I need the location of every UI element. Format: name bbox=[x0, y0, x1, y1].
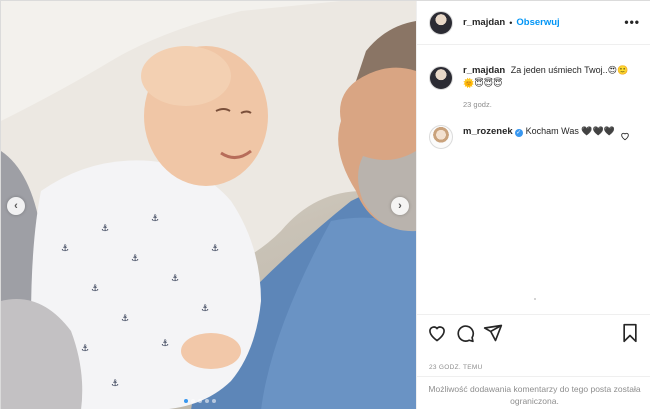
carousel-next-button[interactable]: › bbox=[391, 197, 409, 215]
loading-indicator bbox=[534, 298, 536, 300]
caption-username[interactable]: r_majdan bbox=[463, 65, 505, 76]
comments-disabled-notice: Możliwość dodawania komentarzy do tego p… bbox=[417, 376, 650, 409]
comment-item: m_rozenek ✓ Kocham Was 🖤🖤🖤 bbox=[429, 125, 639, 149]
carousel-dot bbox=[198, 399, 202, 403]
svg-text:⚓: ⚓ bbox=[111, 378, 119, 388]
carousel-dot bbox=[212, 399, 216, 403]
carousel-indicator bbox=[184, 399, 216, 403]
header-separator: • bbox=[509, 17, 513, 28]
comments-list[interactable]: r_majdan Za jeden uśmiech Twoj..😍🙂🌞😇😇😇 2… bbox=[417, 46, 650, 314]
svg-text:⚓: ⚓ bbox=[101, 223, 109, 233]
bookmark-icon[interactable] bbox=[620, 323, 640, 343]
caption-row: r_majdan Za jeden uśmiech Twoj..😍🙂🌞😇😇😇 bbox=[429, 64, 639, 90]
carousel-dot-active bbox=[184, 399, 188, 403]
comment-body: Kocham Was 🖤🖤🖤 bbox=[525, 126, 615, 136]
caption-avatar[interactable] bbox=[429, 66, 453, 90]
comment-text: m_rozenek ✓ Kocham Was 🖤🖤🖤 bbox=[463, 125, 623, 149]
commenter-avatar[interactable] bbox=[429, 125, 453, 149]
more-options-icon[interactable]: ••• bbox=[624, 15, 640, 29]
photo-illustration: ⚓ ⚓ ⚓ ⚓ ⚓ ⚓ ⚓ ⚓ ⚓ ⚓ ⚓ ⚓ bbox=[1, 1, 416, 409]
post-time-ago[interactable]: 23 GODZ. TEMU bbox=[429, 364, 483, 371]
svg-text:⚓: ⚓ bbox=[91, 283, 99, 293]
author-username[interactable]: r_majdan bbox=[463, 17, 505, 28]
share-icon[interactable] bbox=[483, 323, 503, 343]
carousel-dot bbox=[191, 399, 195, 403]
action-bar bbox=[417, 314, 650, 354]
comment-username[interactable]: m_rozenek bbox=[463, 126, 513, 137]
comment-icon[interactable] bbox=[455, 323, 475, 343]
post-side-panel: r_majdan • Obserwuj ••• r_majdan Za jede… bbox=[416, 1, 650, 409]
comment-like-heart-icon[interactable] bbox=[620, 131, 630, 143]
caption-text: r_majdan Za jeden uśmiech Twoj..😍🙂🌞😇😇😇 bbox=[463, 64, 633, 90]
post-photo[interactable]: ⚓ ⚓ ⚓ ⚓ ⚓ ⚓ ⚓ ⚓ ⚓ ⚓ ⚓ ⚓ ‹ › bbox=[1, 1, 416, 409]
author-avatar[interactable] bbox=[429, 10, 453, 35]
svg-text:⚓: ⚓ bbox=[201, 303, 209, 313]
heart-icon[interactable] bbox=[427, 323, 447, 343]
svg-text:⚓: ⚓ bbox=[131, 253, 139, 263]
verified-badge-icon: ✓ bbox=[514, 129, 523, 137]
svg-text:⚓: ⚓ bbox=[161, 338, 169, 348]
post-dialog: ⚓ ⚓ ⚓ ⚓ ⚓ ⚓ ⚓ ⚓ ⚓ ⚓ ⚓ ⚓ ‹ › r_majdan • O… bbox=[0, 0, 650, 409]
caption-timestamp[interactable]: 23 godz. bbox=[463, 100, 492, 109]
carousel-prev-button[interactable]: ‹ bbox=[7, 197, 25, 215]
svg-text:⚓: ⚓ bbox=[211, 243, 219, 253]
svg-text:⚓: ⚓ bbox=[61, 243, 69, 253]
post-header: r_majdan • Obserwuj ••• bbox=[417, 1, 650, 45]
carousel-dot bbox=[205, 399, 209, 403]
svg-text:⚓: ⚓ bbox=[151, 213, 159, 223]
svg-text:⚓: ⚓ bbox=[121, 313, 129, 323]
svg-text:⚓: ⚓ bbox=[171, 273, 179, 283]
svg-text:⚓: ⚓ bbox=[81, 343, 89, 353]
follow-button[interactable]: Obserwuj bbox=[516, 17, 559, 28]
